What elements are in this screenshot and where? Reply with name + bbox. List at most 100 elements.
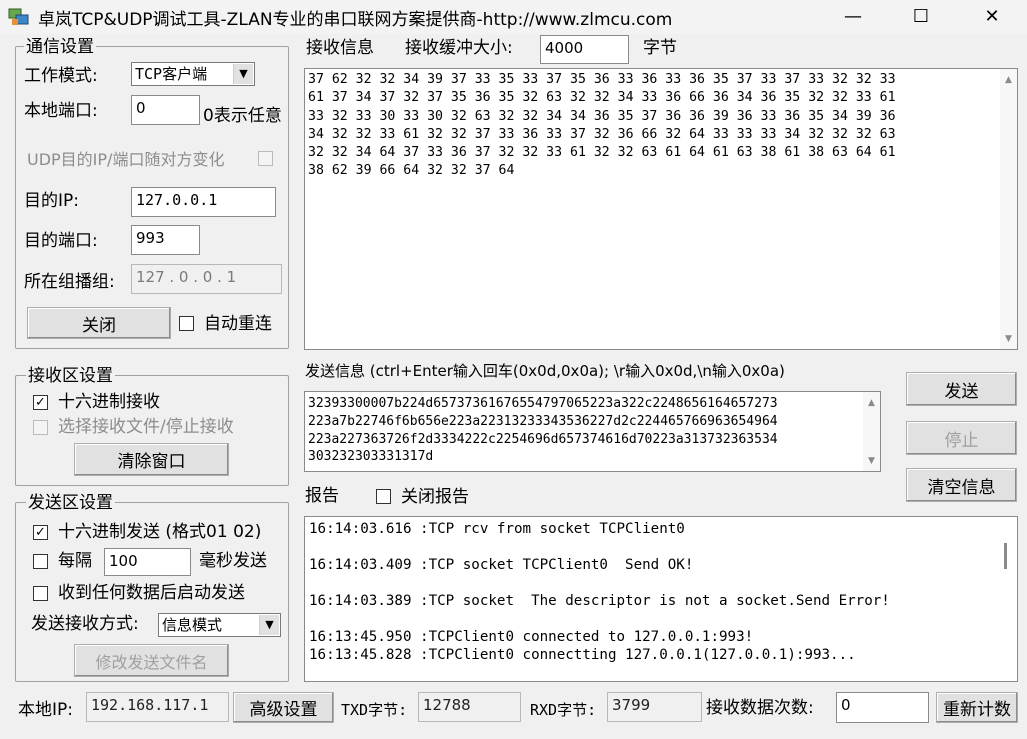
close-connection-button[interactable]: 关闭 [27,307,171,339]
minimize-button[interactable]: — [819,0,887,32]
udp-follow-label: UDP目的IP/端口随对方变化 [27,150,225,169]
work-mode-label: 工作模式: [24,66,98,86]
send-mode-label: 发送接收方式: [31,614,139,634]
local-port-input[interactable]: 0 [131,95,200,125]
dest-port-label: 目的端口: [24,231,98,251]
hex-recv-checkbox[interactable]: ✓ [33,395,48,410]
recv-count-input[interactable]: 0 [836,692,929,723]
send-on-recv-label: 收到任何数据后启动发送 [58,583,245,603]
maximize-icon: ☐ [912,5,930,27]
recv-line: 38 62 39 66 64 32 32 37 64 [308,163,515,179]
modify-file-button[interactable]: 修改发送文件名 [74,644,229,677]
chevron-down-icon: ▼ [233,64,253,84]
udp-follow-checkbox[interactable] [258,151,273,166]
interval-input[interactable]: 100 [104,548,191,576]
send-scrollbar[interactable]: ▲ ▼ [863,392,880,471]
stop-button-label: 停止 [944,430,979,451]
txd-value: 12788 [418,692,521,722]
recv-line: 61 37 34 37 32 37 35 36 35 32 63 32 32 3… [308,90,896,106]
local-ip-label: 本地IP: [18,700,73,720]
close-icon: ✕ [984,5,1000,27]
select-file-checkbox[interactable] [33,420,48,435]
rxd-value: 3799 [607,692,702,722]
close-connection-label: 关闭 [82,315,116,336]
ms-label: 毫秒发送 [199,551,267,571]
advanced-settings-button[interactable]: 高级设置 [233,692,334,723]
every-label: 每隔 [58,551,92,571]
scroll-up-icon[interactable]: ▲ [863,394,880,411]
send-label: 发送信息 (ctrl+Enter输入回车(0x0d,0x0a); \r输入0x0… [305,362,785,380]
recv-count-label: 接收数据次数: [706,698,814,718]
rxd-label: RXD字节: [530,701,597,719]
send-button[interactable]: 发送 [906,372,1017,406]
recv-lines: 37 62 32 32 34 39 37 33 35 33 37 35 36 3… [308,71,896,181]
modify-file-label: 修改发送文件名 [95,652,208,672]
window-title: 卓岚TCP&UDP调试工具-ZLAN专业的串口联网方案提供商-http://ww… [38,10,673,30]
select-file-label: 选择接收文件/停止接收 [58,417,234,437]
report-line: 16:14:03.616 :TCP rcv from socket TCPCli… [309,521,685,537]
minimize-icon: — [844,5,862,27]
maximize-button[interactable]: ☐ [887,0,955,32]
send-line: 303232303331317d [308,449,434,465]
hex-send-checkbox[interactable]: ✓ [33,525,48,540]
recv-settings-title: 接收区设置 [26,366,115,386]
recount-label: 重新计数 [943,700,1011,720]
recv-line: 33 32 33 30 33 30 32 63 32 32 34 34 36 3… [308,108,896,124]
clear-window-button[interactable]: 清除窗口 [74,443,229,476]
report-scroll-thumb[interactable] [1004,543,1007,569]
stop-button[interactable]: 停止 [906,421,1017,455]
report-line: 16:13:45.950 :TCPClient0 connected to 12… [309,629,754,645]
multicast-label: 所在组播组: [24,272,115,292]
scroll-down-icon[interactable]: ▼ [1000,330,1017,347]
dest-ip-label: 目的IP: [24,191,79,211]
send-settings-title: 发送区设置 [26,493,115,513]
local-port-hint: 0表示任意 [203,106,282,126]
hex-recv-label: 十六进制接收 [58,392,160,412]
interval-send-checkbox[interactable] [33,554,48,569]
advanced-settings-label: 高级设置 [249,700,318,720]
send-line: 223a227363726f2d3334222c2254696d65737461… [308,431,778,447]
scroll-down-icon[interactable]: ▼ [863,452,880,469]
dest-ip-input[interactable]: 127.0.0.1 [131,187,276,217]
scroll-up-icon[interactable]: ▲ [1000,71,1017,88]
close-report-label: 关闭报告 [401,487,469,507]
report-line: 16:14:03.389 :TCP socket The descriptor … [309,593,890,609]
txd-label: TXD字节: [341,701,408,719]
send-button-label: 发送 [944,381,979,402]
work-mode-select[interactable]: TCP客户端 ▼ [131,62,255,86]
dest-port-input[interactable]: 993 [131,225,200,255]
hex-send-label: 十六进制发送 (格式01 02) [58,522,262,542]
recv-line: 34 32 32 33 61 32 32 37 33 36 33 37 32 3… [308,126,896,142]
close-button[interactable]: ✕ [958,0,1026,32]
recv-textarea[interactable]: 37 62 32 32 34 39 37 33 35 33 37 35 36 3… [304,68,1018,350]
auto-reconnect-label: 自动重连 [204,314,272,334]
clear-info-button[interactable]: 清空信息 [906,468,1017,502]
recv-line: 32 32 34 64 37 33 36 37 32 32 33 61 32 3… [308,145,896,161]
clear-info-label: 清空信息 [927,477,996,498]
app-icon [8,8,29,25]
work-mode-value: TCP客户端 [135,65,208,83]
recv-label: 接收信息 [306,38,374,58]
report-line: 16:14:03.409 :TCP socket TCPClient0 Send… [309,557,694,573]
recv-buffer-input[interactable]: 4000 [540,35,629,64]
send-textarea[interactable]: 32393300007b224d65737361676554797065223a… [304,391,881,472]
multicast-input[interactable]: 127 . 0 . 0 . 1 [131,264,282,294]
clear-window-label: 清除窗口 [117,452,186,472]
send-line: 32393300007b224d65737361676554797065223a… [308,396,778,411]
recv-buffer-label: 接收缓冲大小: [405,38,513,58]
close-report-checkbox[interactable] [376,489,391,504]
local-ip-value: 192.168.117.1 [86,692,229,722]
recv-scrollbar[interactable]: ▲ ▼ [1000,69,1017,349]
report-textarea[interactable]: 16:14:03.616 :TCP rcv from socket TCPCli… [304,516,1018,682]
send-on-recv-checkbox[interactable] [33,586,48,601]
send-mode-select[interactable]: 信息模式 ▼ [158,613,281,637]
local-port-label: 本地端口: [24,101,98,121]
title-bar: 卓岚TCP&UDP调试工具-ZLAN专业的串口联网方案提供商-http://ww… [0,0,1027,34]
report-label: 报告 [305,486,339,506]
comm-settings-title: 通信设置 [24,37,96,57]
recv-line: 37 62 32 32 34 39 37 33 35 33 37 35 36 3… [308,72,896,87]
auto-reconnect-checkbox[interactable] [179,316,194,331]
chevron-down-icon: ▼ [259,615,279,635]
recount-button[interactable]: 重新计数 [936,692,1018,723]
send-mode-value: 信息模式 [162,616,223,634]
